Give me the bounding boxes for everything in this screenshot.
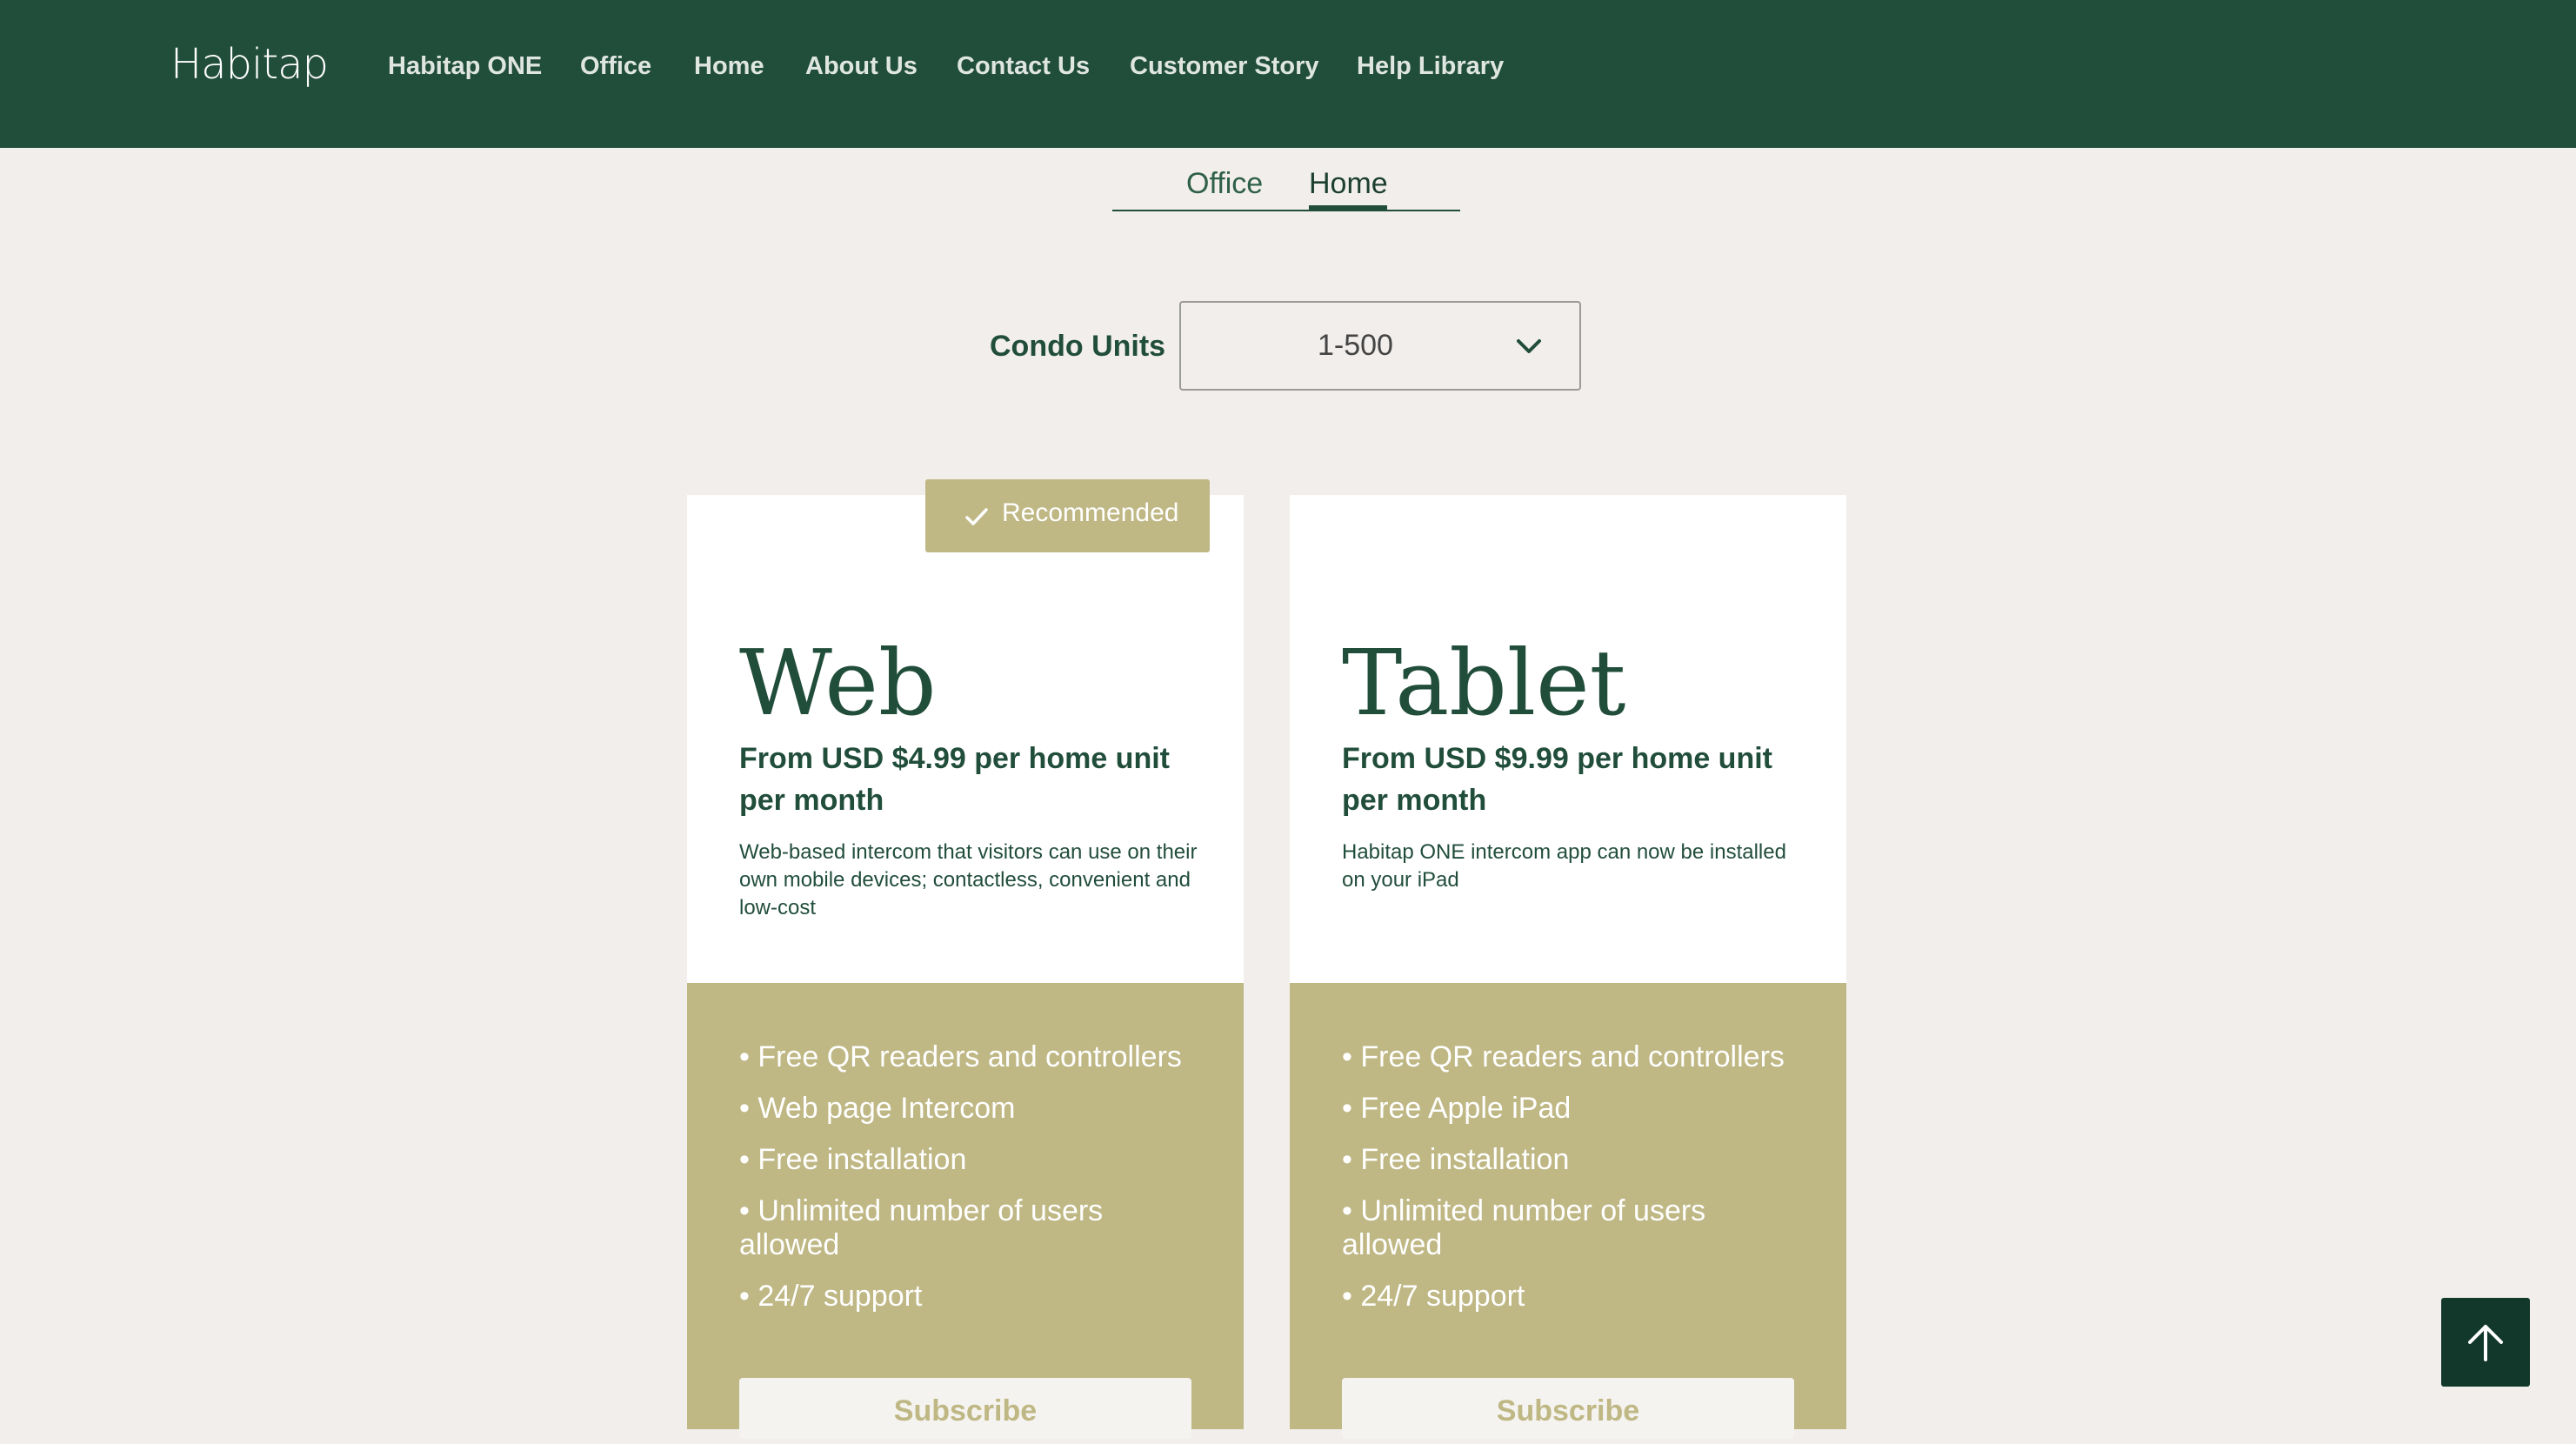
subscribe-button-web[interactable]: Subscribe xyxy=(739,1378,1191,1439)
check-icon xyxy=(964,504,990,534)
plan-title: Web xyxy=(739,630,937,736)
chevron-down-icon xyxy=(1514,331,1544,365)
top-navbar: Habitap Habitap ONE Office Home About Us… xyxy=(0,0,2576,148)
nav-home[interactable]: Home xyxy=(694,52,764,81)
back-to-top-button[interactable] xyxy=(2441,1298,2530,1387)
nav-customer-story[interactable]: Customer Story xyxy=(1130,52,1319,81)
feature-item: • 24/7 support xyxy=(739,1280,923,1313)
tab-home[interactable]: Home xyxy=(1309,167,1388,201)
feature-item: • Free Apple iPad xyxy=(1342,1092,1572,1125)
plan-card-tablet: Tablet From USD $9.99 per home unit per … xyxy=(1290,495,1846,1439)
feature-item: • Free installation xyxy=(1342,1143,1570,1176)
feature-item: • Unlimited number of users allowed xyxy=(1342,1194,1706,1261)
features-list: • Free QR readers and controllers • Free… xyxy=(1342,1040,1812,1331)
habitap-logo[interactable]: Habitap xyxy=(170,40,329,89)
plan-title: Tablet xyxy=(1342,630,1626,736)
feature-item: • Web page Intercom xyxy=(739,1092,1016,1125)
plan-features-panel: • Free QR readers and controllers • Free… xyxy=(1290,983,1846,1439)
condo-units-select[interactable]: 1-500 xyxy=(1179,301,1581,391)
features-list: • Free QR readers and controllers • Web … xyxy=(739,1040,1209,1331)
plan-card-web: Web From USD $4.99 per home unit per mon… xyxy=(687,495,1244,1439)
feature-item: • Unlimited number of users allowed xyxy=(739,1194,1104,1261)
tab-office[interactable]: Office xyxy=(1186,167,1263,201)
condo-units-label: Condo Units xyxy=(990,330,1166,363)
plan-description: Web-based intercom that visitors can use… xyxy=(739,840,1198,919)
subscribe-button-tablet[interactable]: Subscribe xyxy=(1342,1378,1794,1439)
nav-about-us[interactable]: About Us xyxy=(805,52,918,81)
tabs-baseline xyxy=(1112,210,1460,211)
plan-price: From USD $4.99 per home unit per month xyxy=(739,742,1170,817)
feature-item: • Free QR readers and controllers xyxy=(1342,1040,1785,1073)
nav-habitap-one[interactable]: Habitap ONE xyxy=(388,52,542,81)
recommended-badge: Recommended xyxy=(925,479,1210,552)
active-tab-indicator xyxy=(1309,205,1387,210)
plan-description: Habitap ONE intercom app can now be inst… xyxy=(1342,840,1786,892)
condo-units-selected-value: 1-500 xyxy=(1318,329,1393,362)
nav-contact-us[interactable]: Contact Us xyxy=(957,52,1090,81)
plan-price: From USD $9.99 per home unit per month xyxy=(1342,742,1772,817)
badge-label: Recommended xyxy=(1002,498,1179,527)
nav-help-library[interactable]: Help Library xyxy=(1357,52,1504,81)
nav-office[interactable]: Office xyxy=(580,52,651,81)
plan-features-panel: • Free QR readers and controllers • Web … xyxy=(687,983,1244,1439)
feature-item: • Free QR readers and controllers xyxy=(739,1040,1182,1073)
feature-item: • Free installation xyxy=(739,1143,967,1176)
feature-item: • 24/7 support xyxy=(1342,1280,1525,1313)
